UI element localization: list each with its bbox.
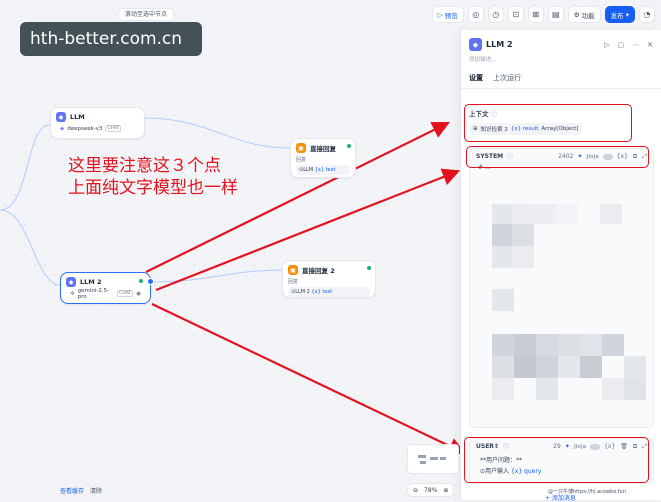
llm-icon: ◆	[469, 38, 482, 51]
answer-var-chip: ⊙LLM {x} text	[296, 165, 350, 175]
conversation-variable-icon[interactable]: ⊠	[527, 6, 544, 23]
play-icon: ▷	[437, 10, 445, 19]
run-step-icon[interactable]: ▷	[604, 41, 609, 49]
annotation-line-2: 上面纯文字模型也一样	[68, 178, 238, 198]
checklist-icon[interactable]: ◎	[467, 6, 484, 23]
view-cache-link[interactable]: 查看缓存	[60, 486, 84, 495]
eye-icon: ◉	[136, 290, 141, 297]
publish-button[interactable]: 发布 ▾	[604, 6, 635, 23]
add-message-button[interactable]: + 添加消息	[545, 493, 576, 502]
more-icon[interactable]: ⋯	[632, 41, 639, 49]
zoom-out-icon[interactable]: ⊖	[413, 487, 418, 494]
answer-icon: ▣	[288, 265, 298, 275]
success-status-icon	[346, 143, 352, 149]
watermark: hth-better.com.cn	[20, 22, 202, 56]
edge-start-llm	[0, 124, 51, 211]
preview-button[interactable]: ▷ 预览	[431, 6, 464, 23]
answer-node[interactable]: ▣ 直接回复 回复 ⊙LLM {x} text	[290, 138, 356, 178]
annotation-text: 这里要注意这３个点 上面纯文字模型也一样	[68, 155, 238, 199]
arrow-to-user	[151, 303, 466, 455]
panel-title: LLM 2	[486, 40, 513, 49]
node-settings-panel: ◆ LLM 2 ▷ ▢ ⋯ ✕ 添加描述... 设置 上次运行 上下文 ⓘ ⊞ …	[460, 30, 661, 500]
llm-node[interactable]: ◆ LLM ◈ deepseek-v3 CHAT	[50, 107, 145, 139]
zoom-in-icon[interactable]: ⊕	[443, 487, 448, 494]
env-variable-icon[interactable]: ⊡	[507, 6, 524, 23]
tab-settings[interactable]: 设置	[469, 73, 483, 88]
gemini-icon: ✲	[70, 290, 75, 297]
edge-llm-answer	[144, 117, 291, 149]
clear-link[interactable]: 清除	[90, 486, 102, 495]
chevron-down-icon: ▾	[623, 10, 629, 19]
clock-icon[interactable]: ◔	[639, 6, 655, 23]
features-icon: ⚙	[573, 10, 582, 19]
top-toolbar: ▷ 预览 ◎ ◷ ⊡ ⊠ ▤ ⚙ 功能 发布 ▾ ◔	[431, 6, 655, 23]
answer-var-chip: ⊙LLM 2 {x} text	[288, 287, 370, 297]
scroll-to-selected-hint[interactable]: 滚动至选中节点	[118, 8, 175, 21]
answer2-node[interactable]: ▣ 直接回复 2 回复 ⊙LLM 2 {x} text	[282, 260, 376, 298]
highlight-system	[466, 146, 649, 168]
edge-start-llm2	[0, 209, 61, 286]
annotation-line-1: 这里要注意这３个点	[68, 156, 221, 176]
minimap[interactable]	[407, 444, 459, 474]
description-input[interactable]: 添加描述...	[461, 51, 661, 67]
zoom-level[interactable]: 78%	[424, 487, 437, 494]
edge-llm2-answer2	[149, 269, 283, 283]
ui-icon[interactable]: ▤	[547, 6, 564, 23]
llm-icon: ◆	[66, 277, 76, 287]
zoom-control: ⊖ 78% ⊕	[407, 483, 455, 497]
success-status-icon	[366, 265, 372, 271]
model-selector[interactable]: ◈ deepseek-v3 CHAT	[56, 124, 139, 133]
deepseek-icon: ◈	[60, 125, 65, 132]
features-button[interactable]: ⚙ 功能	[567, 6, 601, 23]
blurred-prompt-content	[492, 204, 646, 400]
close-icon[interactable]: ✕	[647, 41, 653, 49]
model-selector[interactable]: ✲ gemini-2.5-pro CHAT ◉	[66, 288, 145, 300]
answer-icon: ▣	[296, 143, 306, 153]
bottom-bar: 查看缓存 清除	[60, 486, 102, 495]
help-icon[interactable]: ▢	[618, 41, 625, 49]
system-prompt-editor[interactable]: SYSTEM ⓘ 2402 ✦ Jinja {x} ⧉ ⤢ # ...	[469, 148, 654, 428]
history-icon[interactable]: ◷	[487, 6, 504, 23]
tab-last-run[interactable]: 上次运行	[493, 73, 521, 88]
panel-tabs: 设置 上次运行	[461, 67, 661, 89]
llm2-node[interactable]: ◆ LLM 2 ✲ gemini-2.5-pro CHAT ◉	[60, 272, 154, 304]
llm-icon: ◆	[56, 112, 66, 122]
add-next-node-handle[interactable]	[147, 278, 154, 285]
highlight-context	[464, 104, 632, 142]
success-status-icon	[138, 278, 144, 284]
highlight-user	[464, 437, 649, 483]
minimap-nodes	[418, 455, 446, 464]
